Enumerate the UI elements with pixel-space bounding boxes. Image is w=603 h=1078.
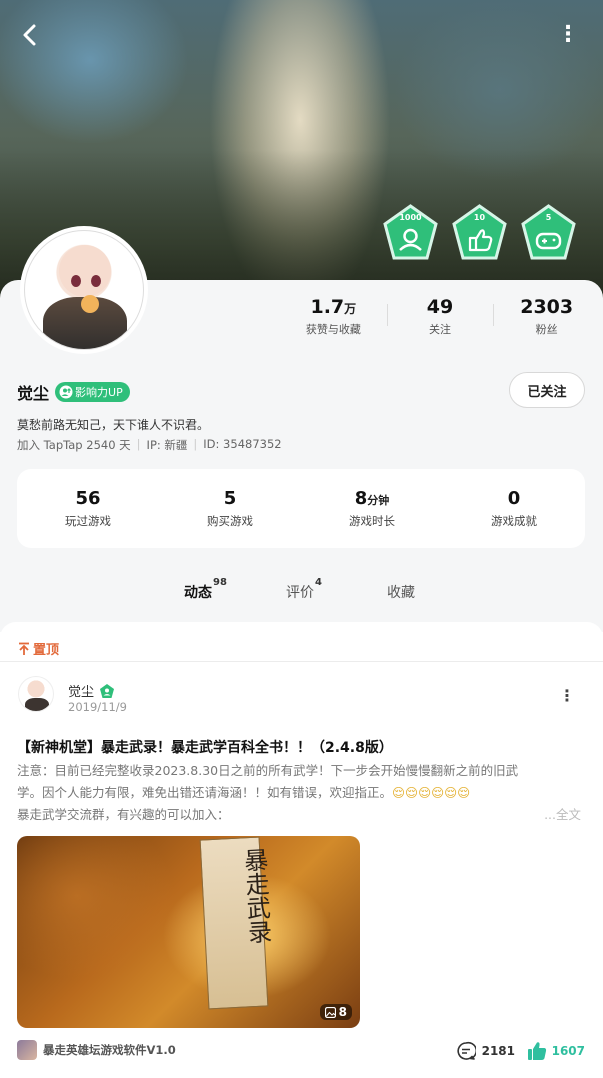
- tab-moments[interactable]: 动态98: [184, 577, 227, 602]
- post-more-button[interactable]: ⋮: [559, 686, 575, 705]
- game-stats-panel: 56 玩过游戏 5 购买游戏 8分钟 游戏时长 0 游戏成就: [17, 469, 585, 548]
- gstat-label: 购买游戏: [207, 514, 253, 528]
- gstat-value: 5: [223, 488, 237, 509]
- image-icon: [324, 1006, 336, 1018]
- scroll-plate: 暴走武录: [199, 836, 272, 1010]
- post-body-line: 暴走武学交流群，有兴趣的可以加入：: [17, 807, 230, 822]
- post-author[interactable]: 觉尘: [68, 681, 115, 700]
- tab-label: 评价: [286, 585, 314, 601]
- comment-icon: [457, 1041, 476, 1060]
- thumbs-up-icon: [527, 1042, 546, 1060]
- join-days: 加入 TapTap 2540 天: [17, 438, 131, 452]
- badge-number: 10: [473, 213, 486, 222]
- like-button[interactable]: 1607: [527, 1041, 585, 1061]
- post-date: 2019/11/9: [68, 700, 127, 714]
- badge-number: 1000: [399, 213, 422, 222]
- gstat-bought[interactable]: 5 购买游戏: [159, 488, 301, 529]
- image-title: 暴走武录: [239, 847, 273, 945]
- avatar-image: [24, 230, 144, 350]
- post-title[interactable]: 【新神机堂】暴走武录！暴走武学百科全书！！（2.4.8版）: [17, 737, 393, 757]
- stat-label: 关注: [429, 323, 451, 336]
- tab-count: 4: [315, 577, 322, 589]
- stat-label: 粉丝: [535, 323, 558, 336]
- like-count: 1607: [551, 1044, 585, 1058]
- tab-count: 98: [213, 577, 227, 589]
- gstat-label: 玩过游戏: [65, 514, 111, 528]
- gstat-value: 0: [507, 488, 521, 509]
- post-author-name: 觉尘: [68, 685, 95, 700]
- game-icon: [17, 1040, 37, 1060]
- gstat-value: 56: [75, 488, 101, 509]
- game-name: 暴走英雄坛游戏软件V1.0: [43, 1043, 176, 1057]
- stat-label: 获赞与收藏: [305, 323, 361, 336]
- back-button[interactable]: [20, 22, 44, 48]
- badge-number: 5: [545, 213, 552, 222]
- gstat-label: 游戏成就: [491, 514, 537, 528]
- pinned-text: 置顶: [33, 643, 60, 658]
- stat-followers[interactable]: 2303 粉丝: [493, 296, 600, 337]
- tab-reviews[interactable]: 评价4: [286, 577, 322, 602]
- gstat-label: 游戏时长: [349, 514, 395, 528]
- profile-tabs: 动态98 评价4 收藏: [0, 577, 603, 618]
- person-up-icon: [59, 385, 73, 399]
- follow-button[interactable]: 已关注: [509, 372, 585, 408]
- gstat-playtime[interactable]: 8分钟 游戏时长: [301, 488, 443, 529]
- stat-following[interactable]: 49 关注: [386, 296, 494, 337]
- post-image[interactable]: 暴走武录 8: [17, 836, 360, 1028]
- stat-value: 2303: [520, 296, 574, 318]
- meta-divider: |: [193, 437, 198, 451]
- badge-thumb[interactable]: 10: [451, 204, 508, 261]
- pin-top-icon: [19, 642, 29, 655]
- user-id[interactable]: ID: 35487352: [203, 437, 281, 453]
- achievement-badges: 1000 10 5: [382, 204, 577, 261]
- comment-count: 2181: [481, 1044, 515, 1058]
- verified-icon: [100, 683, 115, 698]
- tab-label: 动态: [184, 585, 212, 601]
- user-bio: 莫愁前路无知己，天下谁人不识君。: [17, 418, 210, 432]
- post-body-line: 学。因个人能力有限，难免出错还请海涵！！如有错误，欢迎指正。: [17, 785, 393, 800]
- user-meta: 加入 TapTap 2540 天 | IP: 新疆 | ID: 35487352: [17, 437, 282, 453]
- user-name: 觉尘: [17, 384, 50, 403]
- stat-value: 49: [426, 296, 454, 318]
- influence-badge[interactable]: 影响力UP: [55, 382, 130, 402]
- stat-unit: 万: [344, 302, 357, 316]
- more-menu-button[interactable]: ⋮: [557, 24, 579, 46]
- badge-likes[interactable]: 1000: [382, 204, 439, 261]
- influence-label: 影响力UP: [75, 386, 123, 399]
- divider: [0, 661, 603, 662]
- tab-favorites[interactable]: 收藏: [387, 582, 415, 602]
- meta-divider: |: [136, 437, 141, 451]
- name-row: 觉尘 影响力UP: [17, 380, 130, 404]
- gstat-played[interactable]: 56 玩过游戏: [17, 488, 159, 529]
- gstat-unit: 分钟: [367, 494, 390, 507]
- tab-label: 收藏: [387, 585, 415, 601]
- post-body-line: 注意：目前已经完整收录2023.8.30日之前的所有武学！下一步会开始慢慢翻新之…: [17, 763, 519, 778]
- image-count: 8: [338, 1005, 347, 1019]
- post-author-avatar[interactable]: [18, 676, 54, 712]
- post-footer: 暴走英雄坛游戏软件V1.0 2181 1607: [17, 1040, 585, 1062]
- comments-button[interactable]: 2181: [456, 1041, 515, 1061]
- image-count-badge: 8: [319, 1004, 352, 1020]
- expand-full-text[interactable]: ...全文: [544, 804, 581, 823]
- post-body[interactable]: 注意：目前已经完整收录2023.8.30日之前的所有武学！下一步会开始慢慢翻新之…: [17, 760, 585, 826]
- stat-value: 1.7: [310, 296, 345, 318]
- stat-likes[interactable]: 1.7万 获赞与收藏: [280, 296, 387, 337]
- post-emoji: 😌😌😌😌😌😌: [392, 785, 471, 800]
- game-tag[interactable]: 暴走英雄坛游戏软件V1.0: [17, 1040, 176, 1060]
- gstat-achievements[interactable]: 0 游戏成就: [443, 488, 585, 529]
- ip-location: IP: 新疆: [146, 438, 188, 452]
- social-stats: 1.7万 获赞与收藏 49 关注 2303 粉丝: [280, 296, 600, 337]
- profile-avatar[interactable]: [20, 226, 148, 354]
- badge-games[interactable]: 5: [520, 204, 577, 261]
- chevron-left-icon: [23, 24, 36, 46]
- gstat-value: 8: [354, 488, 368, 509]
- pinned-label: 置顶: [18, 639, 59, 658]
